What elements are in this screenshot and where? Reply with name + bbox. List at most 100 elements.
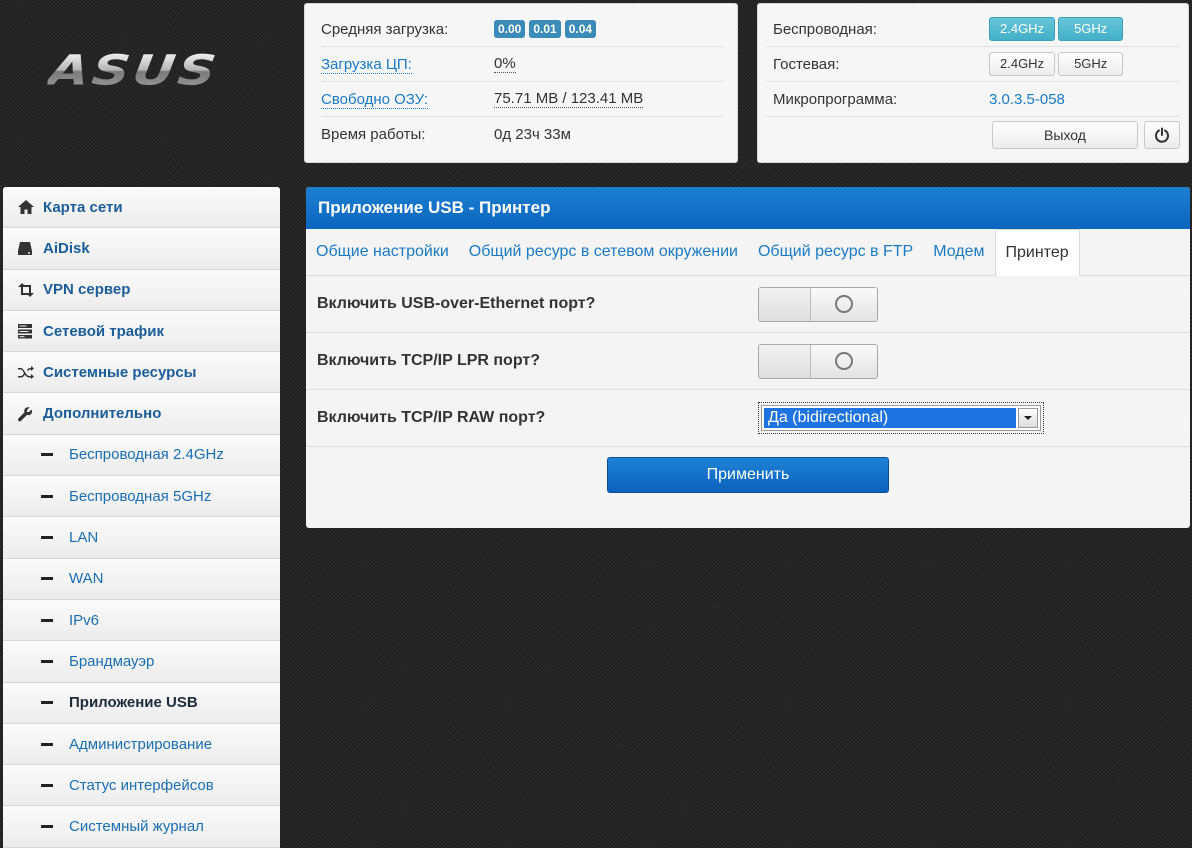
load-average-label: Средняя загрузка: [321,20,449,38]
sidebar-subitem-label: LAN [69,529,99,547]
sidebar-subitem-label: Администрирование [69,735,213,753]
asus-logo: ASUS [46,47,238,120]
lpr-port-row: Включить TCP/IP LPR порт? [306,333,1190,390]
raw-port-selected-value: Да (bidirectional) [764,408,1016,428]
toggle-track [759,287,811,321]
wireless-status-panel: Беспроводная: 2.4GHz 5GHz Гостевая: 2.4G… [757,3,1189,163]
guest-24ghz-button[interactable]: 2.4GHz [989,52,1056,76]
usb-over-ethernet-label: Включить USB-over-Ethernet порт? [317,295,596,312]
usb-over-ethernet-row: Включить USB-over-Ethernet порт? [306,276,1190,333]
dash-icon [41,453,53,457]
lpr-port-toggle[interactable] [758,343,878,379]
tab-modem[interactable]: Модем [923,229,994,275]
raw-port-select-focus: Да (bidirectional) [758,402,1044,434]
tab-ftp-share[interactable]: Общий ресурс в FTP [748,229,923,275]
sidebar-subitem-ipv6[interactable]: IPv6 [3,599,280,642]
power-icon [1155,127,1169,143]
wireless-row: Беспроводная: 2.4GHz 5GHz [766,12,1180,47]
dash-icon [41,783,53,787]
lpr-port-label: Включить TCP/IP LPR порт? [317,352,540,369]
guest-row: Гостевая: 2.4GHz 5GHz [766,47,1180,82]
sidebar-subitem-wan[interactable]: WAN [3,558,280,600]
firmware-version-link[interactable]: 3.0.3.5-058 [989,91,1065,108]
raw-port-label: Включить TCP/IP RAW порт? [317,409,546,426]
tasks-icon [17,323,43,339]
toggle-track [759,344,811,378]
sidebar-item-aidisk[interactable]: AiDisk [3,228,280,270]
load-15min-badge: 0.04 [564,20,597,38]
dash-icon [41,536,53,540]
sidebar-item-network-traffic[interactable]: Сетевой трафик [3,310,280,353]
uptime-value: 0д 23ч 33м [494,126,571,143]
uptime-label: Время работы: [321,126,426,143]
dash-icon [41,742,53,746]
raw-port-select[interactable]: Да (bidirectional) [761,405,1041,431]
sidebar-subitem-label: Брандмауэр [69,652,155,670]
toggle-knob [811,344,877,378]
sidebar-subitem-label: Статус интерфейсов [69,776,214,794]
system-status-panel: Средняя загрузка: 0.00 0.01 0.04 Загрузка … [304,3,738,163]
sidebar-item-system-resources[interactable]: Системные ресурсы [3,352,280,394]
sidebar-item-label: Сетевой трафик [43,322,164,340]
sidebar-subitem-administration[interactable]: Администрирование [3,723,280,766]
page-title: Приложение USB - Принтер [306,187,1190,229]
guest-5ghz-button[interactable]: 5GHz [1058,52,1124,76]
guest-label: Гостевая: [773,55,840,73]
sidebar-item-label: AiDisk [43,239,90,257]
sidebar-item-label: Карта сети [43,198,123,216]
toggle-knob [811,287,877,321]
sidebar-item-label: VPN сервер [43,281,131,299]
logout-button[interactable]: Выход [992,121,1138,149]
cpu-load-value: 0% [494,55,516,73]
off-circle-icon [835,352,853,370]
dropdown-arrow-icon[interactable] [1018,408,1038,428]
load-5min-badge: 0.01 [529,20,561,38]
wireless-5ghz-button[interactable]: 5GHz [1058,17,1124,41]
firmware-label: Микропрограмма: [773,90,898,108]
wireless-24ghz-button[interactable]: 2.4GHz [989,17,1056,41]
sidebar-item-network-map[interactable]: Карта сети [3,187,280,229]
usb-over-ethernet-toggle[interactable] [758,286,878,322]
sidebar-item-label: Системные ресурсы [43,363,197,381]
cpu-load-link[interactable]: Загрузка ЦП: [321,55,412,74]
dash-icon [41,577,53,581]
wireless-label: Беспроводная: [773,20,877,38]
load-average-row: Средняя загрузка: 0.00 0.01 0.04 [321,12,723,47]
sidebar-subitem-label: Беспроводная 5GHz [69,487,212,505]
off-circle-icon [835,295,853,313]
uptime-row: Время работы: 0д 23ч 33м [321,117,723,152]
sidebar-subitem-label: Системный журнал [69,818,204,836]
sidebar-subitem-lan[interactable]: LAN [3,517,280,559]
sidebar-subitem-wireless-5[interactable]: Беспроводная 5GHz [3,476,280,518]
sidebar-subitem-interface-status[interactable]: Статус интерфейсов [3,765,280,807]
wrench-icon [17,406,43,422]
tab-printer[interactable]: Принтер [994,229,1080,276]
load-1min-badge: 0.00 [494,20,526,38]
apply-button[interactable]: Применить [607,457,889,493]
dash-icon [41,618,53,622]
sidebar-subitem-wireless-24[interactable]: Беспроводная 2.4GHz [3,434,280,477]
hdd-icon [17,240,43,256]
tab-bar: Общие настройки Общий ресурс в сетевом о… [306,229,1190,276]
tab-general[interactable]: Общие настройки [306,229,459,275]
home-icon [17,199,43,215]
free-ram-row: Свободно ОЗУ: 75.71 MB / 123.41 MB [321,82,723,117]
logo-text: ASUS [46,47,238,95]
raw-port-row: Включить TCP/IP RAW порт? Да (bidirectio… [306,390,1190,447]
exit-row: Выход [766,117,1180,153]
sidebar-item-vpn-server[interactable]: VPN сервер [3,269,280,311]
free-ram-value: 75.71 MB / 123.41 MB [494,90,644,108]
free-ram-link[interactable]: Свободно ОЗУ: [321,90,429,109]
apply-row: Применить [306,447,1190,493]
tab-network-share[interactable]: Общий ресурс в сетевом окружении [459,229,748,275]
sidebar-subitem-label: Беспроводная 2.4GHz [69,446,224,464]
sidebar-item-advanced[interactable]: Дополнительно [3,393,280,435]
sidebar-subitem-label: Приложение USB [69,694,198,712]
main-panel: Приложение USB - Принтер Общие настройки… [306,187,1190,528]
sidebar-subitem-usb-app[interactable]: Приложение USB [3,682,280,724]
power-button[interactable] [1144,121,1180,149]
sidebar-subitem-firewall[interactable]: Брандмауэр [3,641,280,683]
dash-icon [41,701,53,705]
sidebar-subitem-system-log[interactable]: Системный журнал [3,806,280,848]
dash-icon [41,494,53,498]
